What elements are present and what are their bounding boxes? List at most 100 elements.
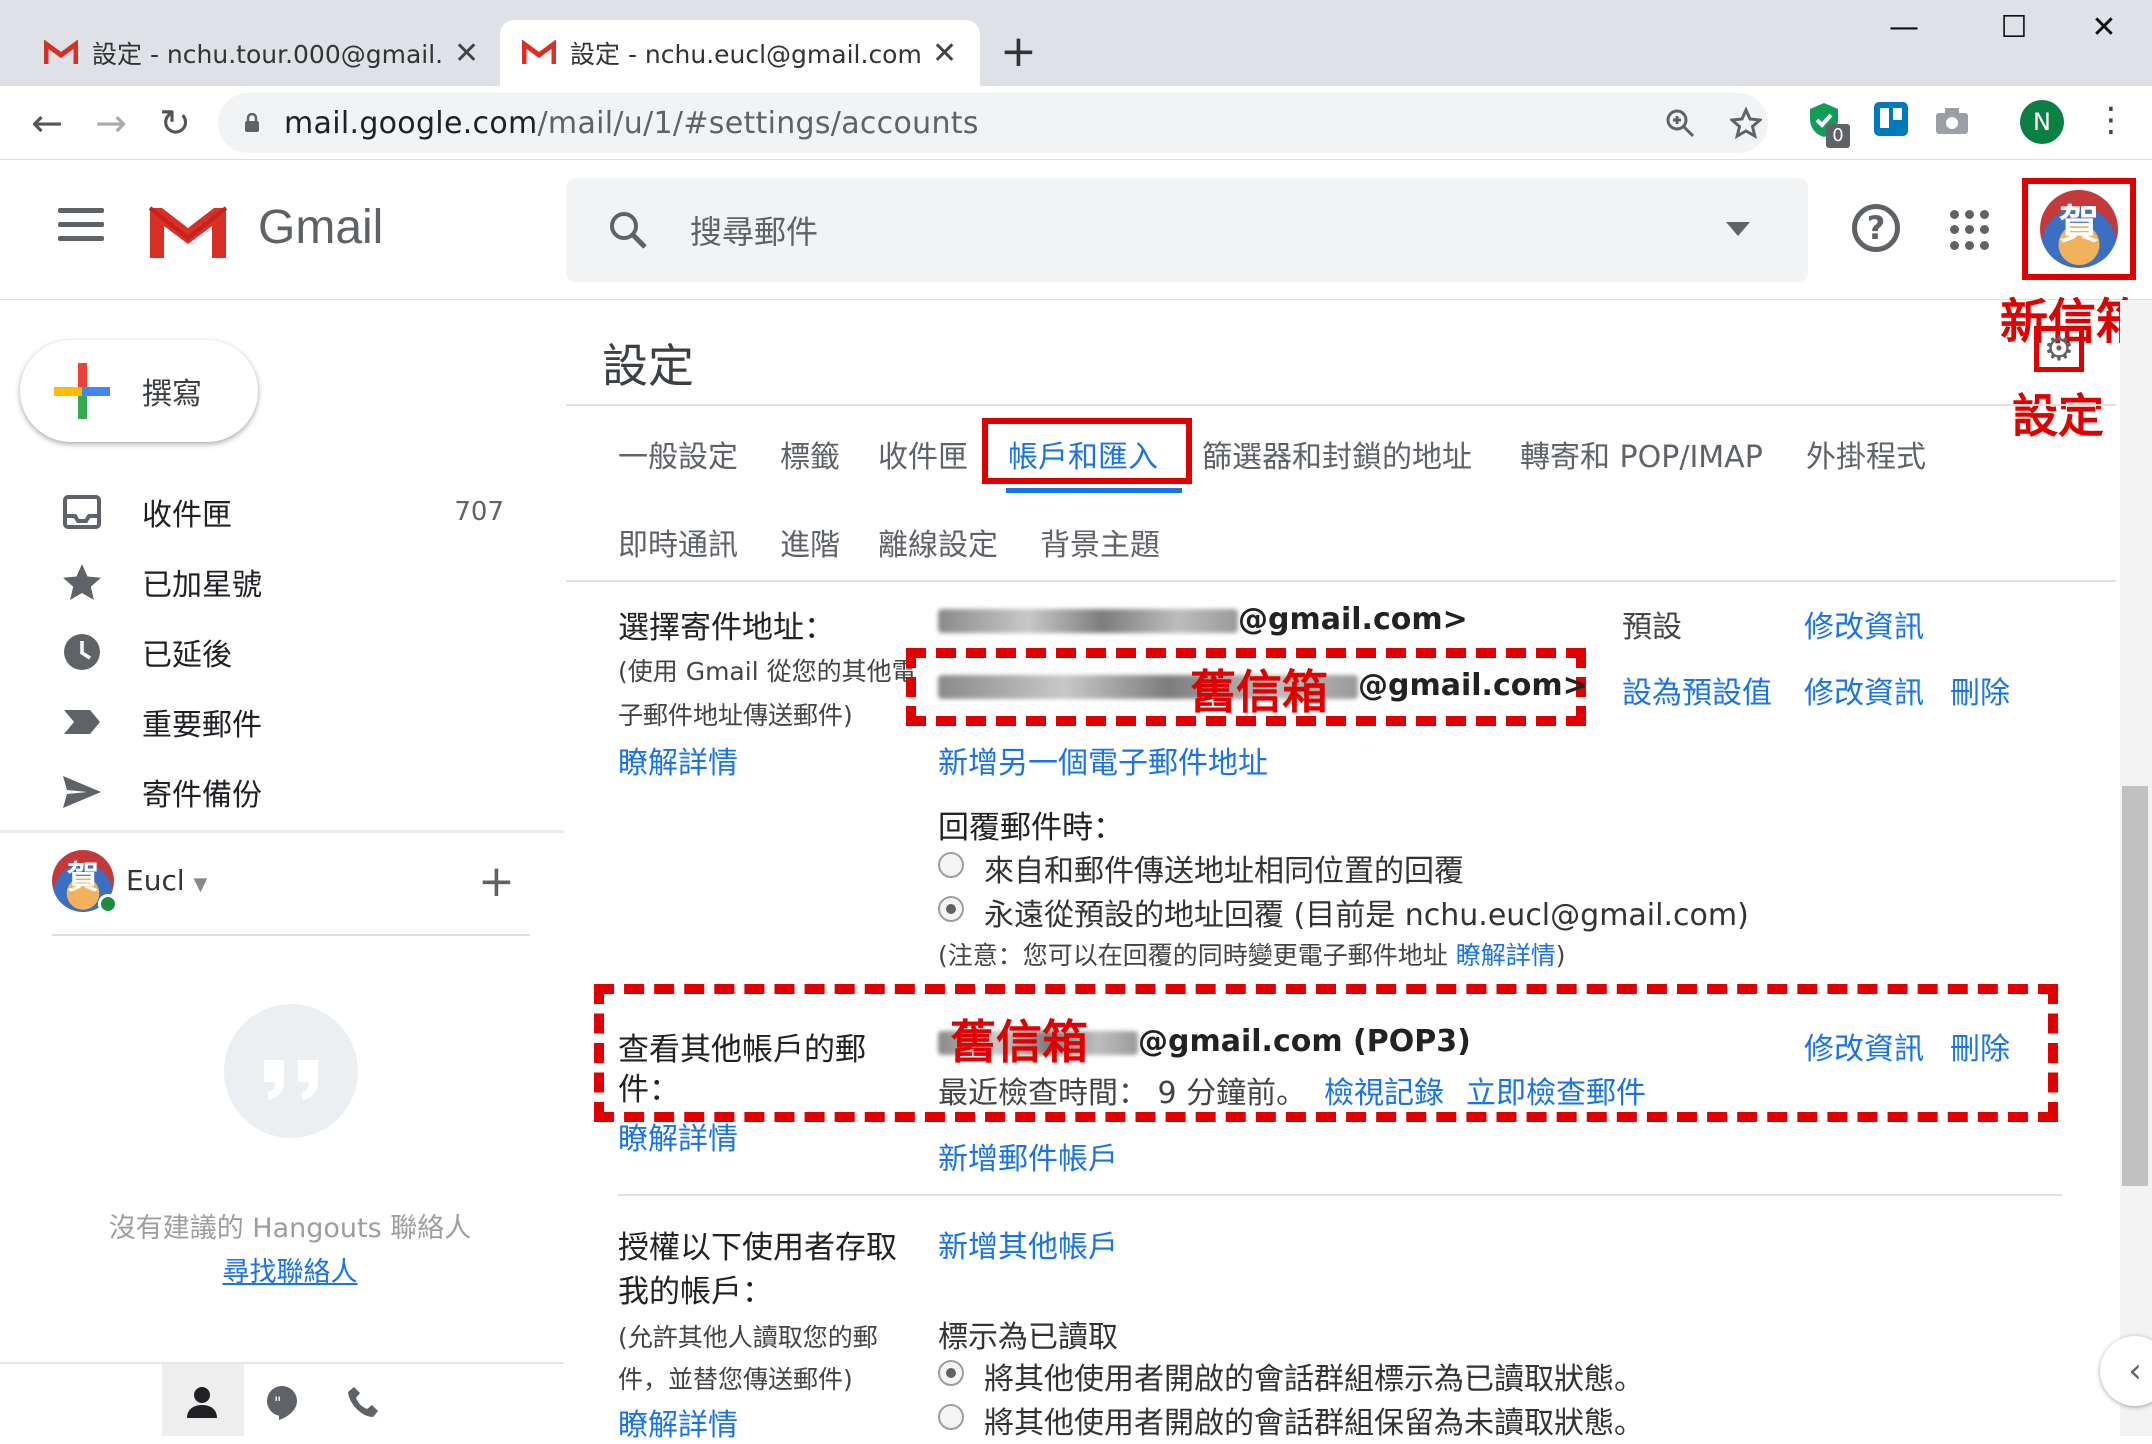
reload-button[interactable]: ↻ (150, 98, 200, 148)
edit-info-link[interactable]: 修改資訊 (1804, 668, 1924, 712)
grant-access-desc: (允許其他人讀取您的郵 (618, 1323, 878, 1352)
add-other-account-link[interactable]: 新增其他帳戶 (938, 1222, 1118, 1266)
reply-note-learn-more-link[interactable]: 瞭解詳情 (1456, 941, 1556, 970)
gmail-favicon-icon (522, 40, 556, 64)
find-contacts-link[interactable]: 尋找聯絡人 (80, 1250, 500, 1289)
browser-menu-icon[interactable]: ⋮ (2094, 100, 2128, 140)
phone-icon[interactable] (346, 1384, 382, 1420)
extension-badge: 0 (1826, 124, 1850, 148)
help-icon[interactable]: ? (1852, 204, 1900, 252)
forward-button[interactable]: → (86, 98, 136, 148)
title-divider (566, 404, 2116, 406)
send-as-learn-more-link[interactable]: 瞭解詳情 (618, 738, 738, 782)
edit-info-link[interactable]: 修改資訊 (1804, 602, 1924, 646)
check-now-link[interactable]: 立即檢查郵件 (1466, 1068, 1646, 1112)
browser-tab-1[interactable]: 設定 - nchu.tour.000@gmail.co ✕ (22, 20, 492, 86)
sidebar-item-sent[interactable]: 寄件備份 (0, 758, 560, 826)
side-panel-toggle-icon[interactable]: ‹ (2100, 1336, 2152, 1406)
sidebar-item-label: 收件匣 (142, 498, 232, 533)
account-avatar[interactable]: 賀 (2040, 190, 2118, 268)
sidebar-item-inbox[interactable]: 收件匣 707 (0, 478, 560, 546)
url-text: mail.google.com/mail/u/1/#settings/accou… (284, 106, 979, 141)
add-mail-account-link[interactable]: 新增郵件帳戶 (938, 1134, 1118, 1178)
new-tab-button[interactable]: + (1000, 26, 1037, 78)
maximize-button[interactable]: ☐ (1984, 10, 2044, 45)
tab-filters[interactable]: 篩選器和封鎖的地址 (1202, 432, 1472, 476)
inbox-icon (63, 495, 101, 529)
tab-general[interactable]: 一般設定 (618, 432, 738, 476)
browser-tab-2[interactable]: 設定 - nchu.eucl@gmail.com - ✕ (500, 20, 980, 86)
chat-bubble-icon[interactable]: " (264, 1384, 300, 1420)
close-window-button[interactable]: ✕ (2074, 10, 2134, 45)
redacted-text (938, 608, 1238, 633)
address-bar[interactable]: mail.google.com/mail/u/1/#settings/accou… (218, 93, 1768, 153)
edit-info-link[interactable]: 修改資訊 (1804, 1024, 1924, 1068)
apps-grid-icon[interactable] (1950, 210, 1990, 250)
section-divider (618, 1194, 2062, 1196)
tab-title: 設定 - nchu.eucl@gmail.com - (570, 40, 920, 69)
check-mail-learn-more-link[interactable]: 瞭解詳情 (618, 1114, 738, 1158)
tab-offline[interactable]: 離線設定 (878, 520, 998, 564)
reply-label: 回覆郵件時： (938, 810, 1124, 846)
view-history-link[interactable]: 檢視記錄 (1324, 1068, 1444, 1112)
back-button[interactable]: ← (22, 98, 72, 148)
send-as-desc: 子郵件地址傳送郵件) (618, 701, 853, 730)
tab-labels[interactable]: 標籤 (780, 432, 840, 476)
grant-learn-more-link[interactable]: 瞭解詳情 (618, 1400, 738, 1444)
avatar-char: 賀 (2059, 202, 2099, 248)
tab-chat[interactable]: 即時通訊 (618, 520, 738, 564)
search-icon[interactable] (608, 210, 648, 250)
person-icon[interactable] (184, 1384, 220, 1420)
inbox-count: 707 (454, 497, 504, 527)
keep-unread-option: 將其他使用者開啟的會話群組保留為未讀取狀態。 (984, 1406, 1644, 1441)
send-icon (63, 776, 101, 808)
trello-icon[interactable] (1874, 102, 1908, 136)
hangouts-user[interactable]: Eucl ▼ (126, 864, 207, 897)
mark-read-radio[interactable] (938, 1360, 964, 1386)
online-status-icon (98, 894, 118, 914)
address-suffix: @gmail.com> (1238, 602, 1468, 637)
tab-forwarding[interactable]: 轉寄和 POP/IMAP (1520, 432, 1763, 476)
keep-unread-radio[interactable] (938, 1404, 964, 1430)
tab-inbox[interactable]: 收件匣 (878, 432, 968, 476)
search-bar[interactable]: 搜尋郵件 (566, 178, 1808, 282)
make-default-link[interactable]: 設為預設值 (1622, 668, 1772, 712)
annotation-old-mailbox: 舊信箱 (950, 1015, 1088, 1069)
default-status: 預設 (1622, 610, 1682, 645)
reply-same-radio[interactable] (938, 852, 964, 878)
compose-button[interactable]: 撰寫 (20, 340, 258, 442)
sidebar-item-starred[interactable]: 已加星號 (0, 548, 560, 616)
mark-read-label: 標示為已讀取 (938, 1320, 1118, 1355)
delete-link[interactable]: 刪除 (1950, 1024, 2010, 1068)
profile-avatar[interactable]: N (2020, 100, 2064, 144)
sidebar-item-important[interactable]: 重要郵件 (0, 688, 560, 756)
add-email-address-link[interactable]: 新增另一個電子郵件地址 (938, 738, 1268, 782)
reply-note-end: ) (1555, 941, 1566, 970)
close-tab-icon[interactable]: ✕ (454, 36, 479, 71)
zoom-icon[interactable] (1664, 107, 1696, 139)
check-mail-label: 件： (618, 1072, 680, 1108)
sidebar-item-snoozed[interactable]: 已延後 (0, 618, 560, 686)
avatar-char: 賀 (66, 858, 99, 896)
delete-link[interactable]: 刪除 (1950, 668, 2010, 712)
tab-addons[interactable]: 外掛程式 (1806, 432, 1926, 476)
compose-label: 撰寫 (142, 377, 202, 412)
main-menu-icon[interactable] (58, 208, 104, 244)
reply-default-radio[interactable] (938, 896, 964, 922)
address-suffix: @gmail.com> (1358, 668, 1588, 703)
scrollbar-thumb[interactable] (2122, 786, 2148, 1186)
sidebar-item-label: 已加星號 (142, 568, 262, 603)
search-options-icon[interactable] (1726, 222, 1750, 236)
add-contact-icon[interactable]: + (478, 856, 515, 907)
tab-advanced[interactable]: 進階 (780, 520, 840, 564)
minimize-button[interactable]: — (1874, 10, 1934, 45)
sidebar-item-label: 重要郵件 (142, 708, 262, 743)
account-avatar-highlight[interactable]: 賀 (2022, 178, 2136, 280)
close-tab-icon[interactable]: ✕ (932, 36, 957, 71)
settings-gear-icon[interactable]: ⚙ (2034, 326, 2084, 372)
star-bookmark-icon[interactable] (1730, 107, 1762, 139)
camera-icon[interactable] (1934, 106, 1970, 136)
tab-themes[interactable]: 背景主題 (1040, 520, 1160, 564)
reply-default-option: 永遠從預設的地址回覆 (目前是 nchu.eucl@gmail.com) (984, 898, 1749, 933)
grant-access-label: 授權以下使用者存取 (618, 1230, 897, 1266)
